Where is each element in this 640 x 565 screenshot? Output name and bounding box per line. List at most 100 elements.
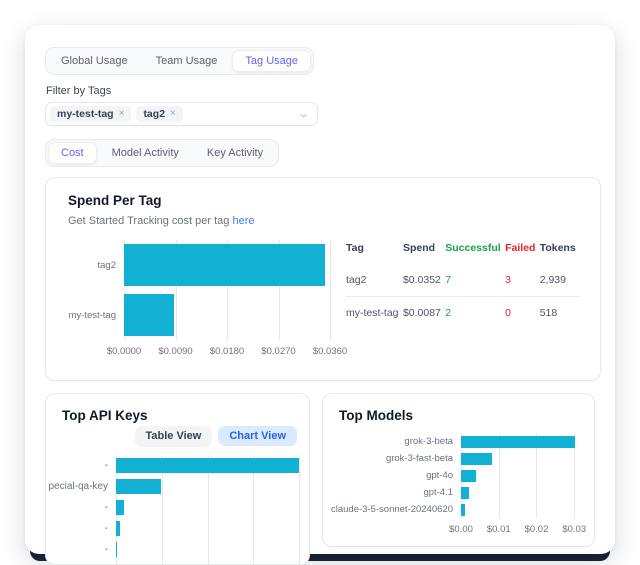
- bar-row: [124, 240, 330, 290]
- y-axis-label: pecial-qa-key: [62, 476, 116, 497]
- app-window: Global Usage Team Usage Tag Usage Filter…: [25, 25, 615, 554]
- remove-tag-icon[interactable]: ×: [119, 108, 125, 120]
- col-successful: Successful: [445, 240, 505, 264]
- bar[interactable]: [116, 521, 120, 536]
- tag-chip[interactable]: tag2 ×: [136, 106, 182, 123]
- bar[interactable]: [461, 504, 465, 516]
- tag-chip-label: my-test-tag: [57, 108, 114, 121]
- tab-team-usage[interactable]: Team Usage: [143, 50, 231, 72]
- col-spend: Spend: [403, 240, 445, 264]
- y-axis-label: my-test-tag: [68, 290, 124, 340]
- y-axis-label: gpt-4.1: [339, 484, 461, 501]
- x-axis: $0.0000$0.0090$0.0180$0.0270$0.0360: [124, 346, 330, 358]
- spend-per-tag-chart: tag2my-test-tag $0.0000 $0.0090 $0.0180 $0.…: [68, 240, 330, 358]
- cell-spend: $0.0087: [403, 297, 445, 330]
- cell-tag: tag2: [346, 264, 403, 297]
- table-row: tag2 $0.0352 7 3 2,939: [346, 264, 580, 297]
- tab-key-activity[interactable]: Key Activity: [194, 142, 276, 164]
- tag-filter-select[interactable]: my-test-tag × tag2 × ⌄: [45, 102, 318, 126]
- bar[interactable]: [116, 500, 124, 515]
- cell-failed: 3: [505, 264, 540, 297]
- top-models-chart: grok-3-betagrok-3-fast-betagpt-4ogpt-4.1…: [339, 433, 578, 536]
- cell-tokens: 518: [540, 297, 580, 330]
- here-link[interactable]: here: [232, 215, 254, 227]
- col-failed: Failed: [505, 240, 540, 264]
- chevron-down-icon[interactable]: ⌄: [297, 109, 310, 120]
- bar-row: [461, 433, 578, 450]
- card-subtitle: Get Started Tracking cost per tag here: [68, 215, 580, 227]
- bar-row: [461, 450, 578, 467]
- tab-cost[interactable]: Cost: [48, 142, 97, 164]
- y-axis-labels: grok-3-betagrok-3-fast-betagpt-4ogpt-4.1…: [339, 433, 461, 536]
- tab-model-activity[interactable]: Model Activity: [99, 142, 192, 164]
- gridline: [299, 455, 300, 565]
- y-axis-labels: tag2my-test-tag: [68, 240, 124, 358]
- card-title: Spend Per Tag: [68, 193, 580, 208]
- y-axis-label: tag2: [68, 240, 124, 290]
- cell-successful: 2: [445, 297, 505, 330]
- cell-failed: 0: [505, 297, 540, 330]
- bar[interactable]: [124, 244, 325, 286]
- plot-area: [116, 455, 299, 565]
- tab-tag-usage[interactable]: Tag Usage: [232, 50, 311, 72]
- col-tag: Tag: [346, 240, 403, 264]
- top-api-keys-chart: -pecial-qa-key---: [62, 455, 299, 565]
- usage-tab-group: Global Usage Team Usage Tag Usage: [45, 47, 314, 75]
- bar-row: [461, 484, 578, 501]
- gridline: [330, 240, 331, 340]
- card-title: Top Models: [339, 408, 578, 423]
- cell-tokens: 2,939: [540, 264, 580, 297]
- bar[interactable]: [461, 470, 476, 482]
- x-axis-tick-label: $0.0180: [210, 346, 244, 357]
- cell-successful: 7: [445, 264, 505, 297]
- bar-row: [461, 467, 578, 484]
- y-axis-label: grok-3-fast-beta: [339, 450, 461, 467]
- bar[interactable]: [116, 479, 161, 494]
- x-axis-tick-label: $0.01: [487, 524, 511, 535]
- x-axis-tick-label: $0.0090: [158, 346, 192, 357]
- tag-chip[interactable]: my-test-tag ×: [50, 106, 131, 123]
- y-axis-label: -: [62, 539, 116, 560]
- table-header-row: Tag Spend Successful Failed Tokens: [346, 240, 580, 264]
- col-tokens: Tokens: [540, 240, 580, 264]
- bar-row: [116, 455, 299, 476]
- bar[interactable]: [461, 436, 575, 448]
- bar[interactable]: [116, 458, 299, 473]
- bar[interactable]: [116, 542, 117, 557]
- top-api-keys-card: Top API Keys Table View Chart View -peci…: [45, 393, 310, 565]
- plot-area: [461, 433, 578, 518]
- cell-tag: my-test-tag: [346, 297, 403, 330]
- top-models-card: Top Models grok-3-betagrok-3-fast-betagp…: [322, 393, 595, 547]
- bar[interactable]: [461, 487, 469, 499]
- chart-view-button[interactable]: Chart View: [218, 426, 297, 446]
- x-axis-tick-label: $0.0000: [107, 346, 141, 357]
- tab-global-usage[interactable]: Global Usage: [48, 50, 141, 72]
- x-axis-tick-label: $0.00: [449, 524, 473, 535]
- view-toggle: Table View Chart View: [62, 426, 299, 446]
- subtitle-text: Get Started Tracking cost per tag: [68, 215, 229, 227]
- card-title: Top API Keys: [62, 408, 299, 423]
- cell-spend: $0.0352: [403, 264, 445, 297]
- cost-tab-group: Cost Model Activity Key Activity: [45, 139, 279, 167]
- bar[interactable]: [124, 294, 174, 336]
- plot-area: [124, 240, 330, 340]
- y-axis-label: -: [62, 497, 116, 518]
- x-axis-tick-label: $0.03: [562, 524, 586, 535]
- bar-row: [461, 501, 578, 518]
- tag-chip-label: tag2: [143, 108, 165, 121]
- bar-row: [124, 290, 330, 340]
- table-view-button[interactable]: Table View: [135, 426, 213, 446]
- x-axis-tick-label: $0.0270: [261, 346, 295, 357]
- y-axis-label: gpt-4o: [339, 467, 461, 484]
- y-axis-labels: -pecial-qa-key---: [62, 455, 116, 565]
- x-axis-tick-label: $0.02: [525, 524, 549, 535]
- filter-by-tags-label: Filter by Tags: [46, 85, 595, 97]
- bar[interactable]: [461, 453, 492, 465]
- remove-tag-icon[interactable]: ×: [170, 108, 176, 120]
- spend-table: Tag Spend Successful Failed Tokens tag2 …: [346, 240, 580, 329]
- y-axis-label: -: [62, 455, 116, 476]
- x-axis: $0.00$0.01$0.02$0.03: [461, 524, 578, 536]
- y-axis-label: -: [62, 518, 116, 539]
- bar-row: [116, 539, 299, 560]
- y-axis-label: grok-3-beta: [339, 433, 461, 450]
